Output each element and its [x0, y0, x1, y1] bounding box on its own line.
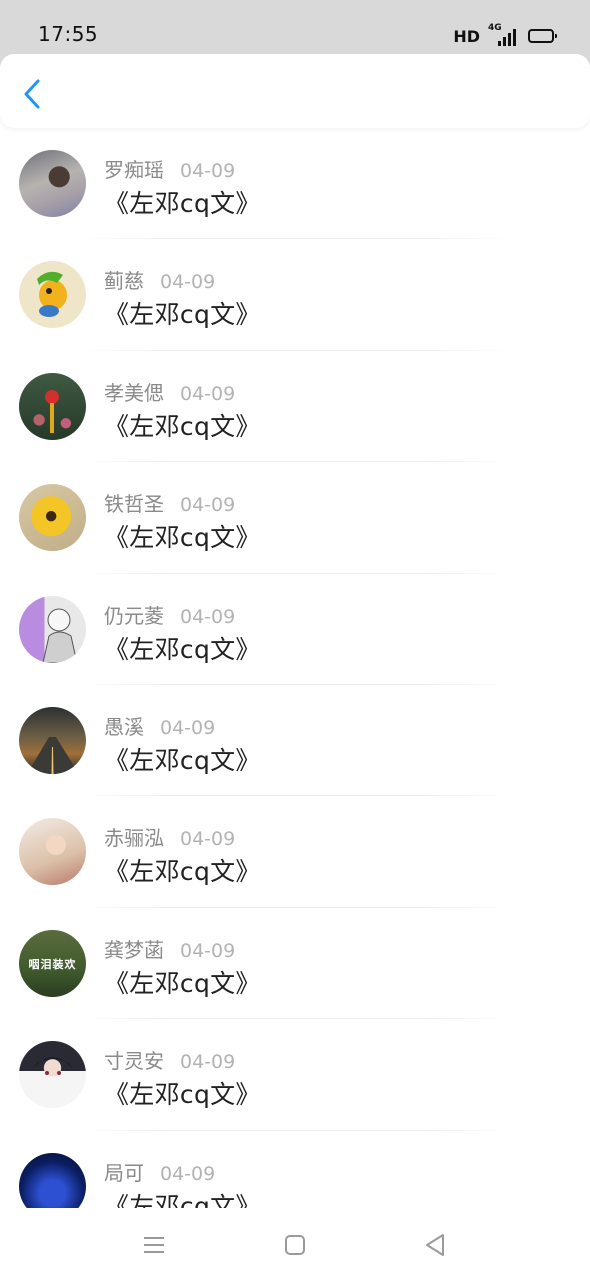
- back-triangle-icon: [426, 1234, 444, 1256]
- system-nav-bar: [0, 1208, 590, 1280]
- user-name[interactable]: 寸灵安: [104, 1045, 164, 1074]
- status-indicators: HD 4G: [453, 23, 557, 48]
- item-title[interactable]: 《左邓cq文》: [104, 1075, 261, 1111]
- avatar[interactable]: [19, 706, 86, 774]
- avatar[interactable]: [19, 595, 86, 663]
- user-name[interactable]: 罗痴瑶: [104, 154, 164, 183]
- post-date: 04-09: [160, 271, 216, 294]
- post-date: 04-09: [180, 494, 236, 517]
- post-date: 04-09: [160, 716, 216, 739]
- post-date: 04-09: [160, 1162, 216, 1185]
- avatar[interactable]: [19, 484, 86, 552]
- menu-icon: [144, 1237, 164, 1253]
- item-title[interactable]: 《左邓cq文》: [104, 1187, 261, 1208]
- list-item[interactable]: 蓟慈 04-09 《左邓cq文》: [0, 239, 590, 351]
- back-button[interactable]: [16, 76, 48, 112]
- list-item[interactable]: 愚溪 04-09 《左邓cq文》: [0, 685, 590, 797]
- item-title[interactable]: 《左邓cq文》: [104, 407, 261, 443]
- home-square-icon: [285, 1235, 305, 1255]
- user-name[interactable]: 龚梦菡: [104, 934, 164, 963]
- post-date: 04-09: [180, 605, 236, 628]
- item-title[interactable]: 《左邓cq文》: [104, 964, 261, 1000]
- avatar[interactable]: [19, 818, 86, 886]
- post-date: 04-09: [180, 939, 236, 962]
- item-title[interactable]: 《左邓cq文》: [104, 184, 261, 220]
- avatar[interactable]: [19, 372, 86, 440]
- list-item[interactable]: 赤骊泓 04-09 《左邓cq文》: [0, 796, 590, 908]
- item-title[interactable]: 《左邓cq文》: [104, 741, 261, 777]
- item-title[interactable]: 《左邓cq文》: [104, 630, 261, 666]
- item-title[interactable]: 《左邓cq文》: [104, 852, 261, 888]
- user-name[interactable]: 愚溪: [104, 711, 144, 740]
- post-date: 04-09: [180, 160, 236, 182]
- item-title[interactable]: 《左邓cq文》: [104, 518, 261, 554]
- header-bar: [0, 54, 590, 128]
- post-date: 04-09: [180, 1051, 236, 1074]
- avatar[interactable]: [19, 1041, 86, 1109]
- list-item[interactable]: 局可 04-09 《左邓cq文》: [0, 1131, 590, 1208]
- user-name[interactable]: 局可: [104, 1157, 144, 1186]
- message-list: 罗痴瑶 04-09 《左邓cq文》 蓟慈 04-09 《左邓cq文》 孝美偲 0…: [0, 128, 590, 1208]
- avatar[interactable]: [19, 1152, 86, 1208]
- user-name[interactable]: 孝美偲: [104, 377, 164, 406]
- screen: 17:55 HD 4G 罗痴瑶 04-09 《左邓cq文》 蓟慈 04-09 《…: [0, 0, 590, 1280]
- user-name[interactable]: 赤骊泓: [104, 822, 164, 851]
- post-date: 04-09: [180, 828, 236, 851]
- avatar-caption: 咽泪装欢: [28, 957, 77, 971]
- avatar[interactable]: [19, 261, 86, 329]
- user-name[interactable]: 仍元菱: [104, 600, 164, 629]
- user-name[interactable]: 铁哲圣: [104, 488, 164, 517]
- battery-icon: [528, 29, 557, 43]
- list-item[interactable]: 铁哲圣 04-09 《左邓cq文》: [0, 462, 590, 574]
- avatar[interactable]: 咽泪装欢: [19, 929, 86, 997]
- list-item[interactable]: 罗痴瑶 04-09 《左邓cq文》: [0, 128, 590, 240]
- user-name[interactable]: 蓟慈: [104, 265, 144, 294]
- item-title[interactable]: 《左邓cq文》: [104, 295, 261, 331]
- list-item[interactable]: 咽泪装欢 龚梦菡 04-09 《左邓cq文》: [0, 908, 590, 1020]
- list-item[interactable]: 仍元菱 04-09 《左邓cq文》: [0, 574, 590, 685]
- list-item[interactable]: 孝美偲 04-09 《左邓cq文》: [0, 351, 590, 463]
- avatar[interactable]: [19, 150, 86, 217]
- signal-icon: 4G: [488, 23, 518, 46]
- nav-back-button[interactable]: [420, 1230, 450, 1260]
- list-item[interactable]: 寸灵安 04-09 《左邓cq文》: [0, 1019, 590, 1131]
- chevron-left-icon: [24, 79, 40, 109]
- nav-home-button[interactable]: [280, 1230, 310, 1260]
- hd-indicator: HD: [453, 26, 480, 46]
- status-time: 17:55: [38, 22, 99, 46]
- post-date: 04-09: [180, 382, 236, 405]
- nav-menu-button[interactable]: [139, 1230, 169, 1260]
